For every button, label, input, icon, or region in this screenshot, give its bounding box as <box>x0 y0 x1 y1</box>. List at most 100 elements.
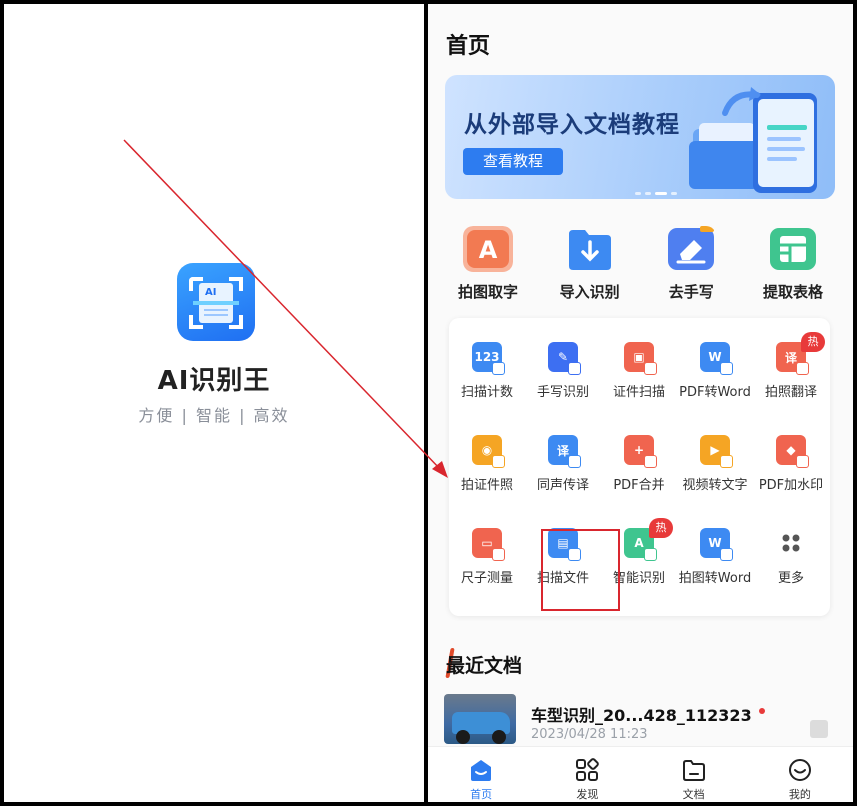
scan-frame-badge <box>492 362 505 375</box>
hot-badge: 热 <box>801 332 825 352</box>
logo-corner <box>189 315 203 329</box>
tool-item-scan-count[interactable]: 123 扫描计数 <box>449 318 525 411</box>
profile-smile-icon <box>788 759 811 781</box>
home-screen: 首页 从外部导入文档教程 查看教程 A 拍图取字 导入识别 去手写 提取表格 1… <box>428 4 853 802</box>
tool-remove-handwriting[interactable]: 去手写 <box>641 226 741 302</box>
letter-a-icon: A <box>463 226 513 272</box>
tool-label: 手写识别 <box>536 385 589 400</box>
tool-item-handwriting[interactable]: ✎ 手写识别 <box>525 318 601 411</box>
svg-text:A: A <box>479 236 498 264</box>
document-thumbnail <box>444 694 516 744</box>
logo-line <box>204 314 228 316</box>
table-icon <box>769 228 816 270</box>
folder-icon <box>682 760 705 781</box>
carousel-dot <box>671 192 677 195</box>
tool-label: 智能识别 <box>612 571 665 586</box>
view-tutorial-button[interactable]: 查看教程 <box>463 148 563 175</box>
tool-label: 尺子测量 <box>460 571 513 586</box>
pdf-word-icon: W <box>700 342 733 375</box>
tool-label: 拍图取字 <box>457 283 518 301</box>
tab-label: 我的 <box>788 788 811 801</box>
logo-corner <box>229 277 243 291</box>
splash-screen: AI AI识别王 方便 | 智能 | 高效 <box>4 4 424 802</box>
tool-photo-text[interactable]: A 拍图取字 <box>438 226 538 302</box>
tool-label: 导入识别 <box>559 283 620 301</box>
carousel-dot <box>645 192 651 195</box>
folder-import-icon <box>568 230 611 270</box>
tool-label: PDF合并 <box>613 478 665 493</box>
discover-grid-icon <box>576 758 600 781</box>
tool-label: 扫描计数 <box>460 385 513 400</box>
unread-dot <box>759 708 765 714</box>
document-date: 2023/04/28 11:23 <box>531 727 648 742</box>
pdf-merge-icon: + <box>624 435 657 468</box>
recent-document-item[interactable]: 车型识别_20...428_112323 2023/04/28 11:23 <box>444 694 839 744</box>
annotation-highlight-box <box>541 529 620 611</box>
page-title: 首页 <box>446 34 491 59</box>
hot-badge: 热 <box>649 518 673 538</box>
tool-label: 提取表格 <box>762 283 823 301</box>
tool-item-pdf-merge[interactable]: + PDF合并 <box>601 411 677 504</box>
tool-item-pdf-word[interactable]: W PDF转Word <box>677 318 753 411</box>
banner-title: 从外部导入文档教程 <box>464 112 680 138</box>
logo-scan-bar <box>193 301 239 305</box>
scan-frame-badge <box>796 362 809 375</box>
tool-label: 同声传译 <box>536 478 589 493</box>
tab-profile[interactable]: 我的 <box>760 747 840 802</box>
scan-frame-badge <box>568 455 581 468</box>
tool-label: 拍照翻译 <box>764 385 817 400</box>
tool-label: 视频转文字 <box>682 478 748 493</box>
tools-grid: 123 扫描计数 ✎ 手写识别 ▣ 证件扫描 W PDF转Word 译拍照翻译热 ◉ 拍证件照译同声… <box>449 318 830 597</box>
tool-extract-table[interactable]: 提取表格 <box>743 226 843 302</box>
tool-item-photo-translate[interactable]: 译拍照翻译热 <box>753 318 829 411</box>
more-grid-icon <box>776 528 806 558</box>
tool-import-recognize[interactable]: 导入识别 <box>540 226 640 302</box>
tool-item-interpret[interactable]: 译同声传译 <box>525 411 601 504</box>
tool-item-id-scan[interactable]: ▣ 证件扫描 <box>601 318 677 411</box>
tool-label: 去手写 <box>668 283 714 301</box>
scan-frame-badge <box>720 548 733 561</box>
scan-frame-badge <box>720 455 733 468</box>
tool-label: 拍图转Word <box>678 571 752 586</box>
carousel-dot-active <box>655 192 667 195</box>
scan-frame-badge <box>644 455 657 468</box>
id-scan-icon: ▣ <box>624 342 657 375</box>
car-wheel <box>492 730 506 744</box>
tab-home[interactable]: 首页 <box>441 747 521 802</box>
document-checkbox[interactable] <box>810 720 828 738</box>
tab-discover[interactable]: 发现 <box>547 747 627 802</box>
car-wheel <box>456 730 470 744</box>
screenshot-frame: AI AI识别王 方便 | 智能 | 高效 首页 从外部导入文档教程 查看教程 <box>0 0 857 806</box>
tool-label: 拍证件照 <box>460 478 513 493</box>
pdf-watermark-icon: ◆ <box>776 435 809 468</box>
tab-label: 首页 <box>470 788 493 801</box>
tab-documents[interactable]: 文档 <box>654 747 734 802</box>
carousel-dot <box>635 192 641 195</box>
scan-count-icon: 123 <box>472 342 505 375</box>
tool-item-ruler[interactable]: ▭ 尺子测量 <box>449 504 525 597</box>
document-import-illustration-icon <box>689 87 817 193</box>
document-name: 车型识别_20...428_112323 <box>531 706 752 725</box>
carousel-dots <box>635 192 677 195</box>
tools-grid-card: 123 扫描计数 ✎ 手写识别 ▣ 证件扫描 W PDF转Word 译拍照翻译热 ◉ 拍证件照译同声… <box>449 318 830 616</box>
logo-ai-text: AI <box>205 287 217 298</box>
home-icon <box>471 760 492 781</box>
scan-frame-badge <box>492 455 505 468</box>
tool-item-pdf-watermark[interactable]: ◆ PDF加水印 <box>753 411 829 504</box>
video-text-icon: ▶ <box>700 435 733 468</box>
tool-item-video-text[interactable]: ▶ 视频转文字 <box>677 411 753 504</box>
tab-label: 文档 <box>682 788 705 801</box>
scan-frame-badge <box>644 548 657 561</box>
tutorial-banner[interactable]: 从外部导入文档教程 查看教程 <box>445 75 835 199</box>
tool-item-more-grid[interactable]: 更多 <box>753 504 829 597</box>
tool-item-id-photo[interactable]: ◉ 拍证件照 <box>449 411 525 504</box>
tool-item-photo-word[interactable]: W 拍图转Word <box>677 504 753 597</box>
tool-label: PDF加水印 <box>758 478 824 493</box>
logo-line <box>204 309 228 311</box>
scan-frame-badge <box>644 362 657 375</box>
scan-frame-badge <box>796 455 809 468</box>
tool-label: 更多 <box>777 571 804 586</box>
app-logo-icon: AI <box>177 263 255 341</box>
eraser-icon <box>668 226 715 270</box>
id-photo-icon: ◉ <box>472 435 505 468</box>
